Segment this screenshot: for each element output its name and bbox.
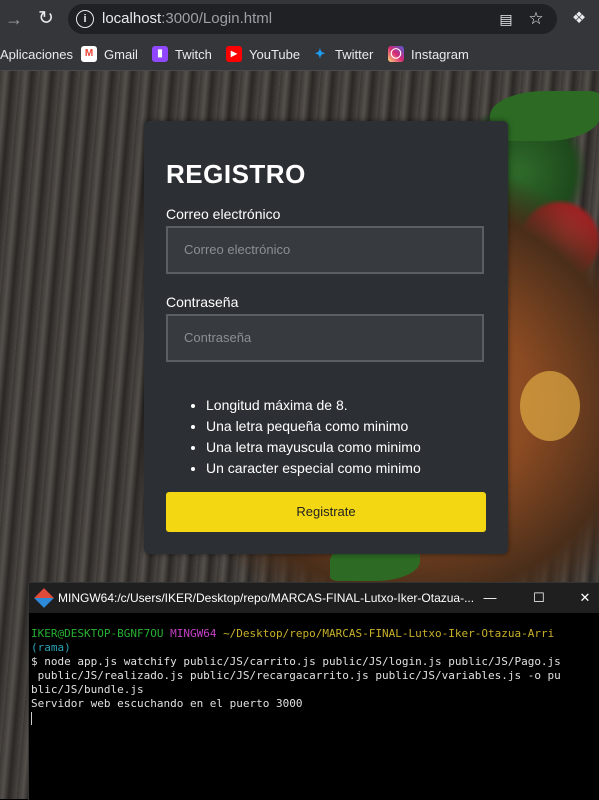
command-line: public/JS/realizado.js public/JS/recarga… xyxy=(31,669,561,682)
command-line: blic/JS/bundle.js xyxy=(31,683,144,696)
terminal-titlebar[interactable]: MINGW64:/c/Users/IKER/Desktop/repo/MARCA… xyxy=(29,583,599,613)
bookmark-label: Twitch xyxy=(175,46,212,62)
pizza-decoration xyxy=(520,371,580,441)
address-bar[interactable]: i localhost:3000/Login.html ▤ ☆ xyxy=(68,4,557,34)
password-label: Contraseña xyxy=(166,294,239,310)
browser-toolbar: → ↻ i localhost:3000/Login.html ▤ ☆ ❖ xyxy=(0,0,599,37)
bookmark-label: Twitter xyxy=(335,46,374,62)
bookmark-star-icon[interactable]: ☆ xyxy=(526,9,546,29)
url-path: :3000/Login.html xyxy=(161,10,273,27)
password-field[interactable]: Contraseña xyxy=(166,314,484,362)
url-host: localhost xyxy=(102,10,162,27)
password-rule: Un caracter especial como minimo xyxy=(206,458,421,479)
prompt-user: IKER@DESKTOP-BGNF7OU xyxy=(31,627,164,640)
password-rule: Una letra pequeña como minimo xyxy=(206,416,421,437)
twitch-icon: ▮ xyxy=(152,46,168,62)
terminal-cursor xyxy=(31,711,32,725)
bookmarks-bar: Aplicaciones M Gmail ▮ Twitch ▶ YouTube … xyxy=(0,37,599,71)
extensions-puzzle-icon[interactable]: ❖ xyxy=(568,8,590,30)
password-rules-list: Longitud máxima de 8. Una letra pequeña … xyxy=(190,395,421,479)
bookmark-label: Aplicaciones xyxy=(0,46,73,62)
close-icon[interactable]: ✕ xyxy=(570,587,599,609)
bookmark-gmail[interactable]: M Gmail xyxy=(81,43,138,65)
git-bash-icon xyxy=(34,588,54,608)
translate-icon[interactable]: ▤ xyxy=(496,9,516,29)
prompt-branch: (rama) xyxy=(31,641,71,654)
bookmark-label: YouTube xyxy=(249,46,301,62)
bookmark-twitter[interactable]: ✦ Twitter xyxy=(312,43,374,65)
password-rule: Una letra mayuscula como minimo xyxy=(206,437,421,458)
terminal-title: MINGW64:/c/Users/IKER/Desktop/repo/MARCA… xyxy=(58,591,475,605)
url-text: localhost:3000/Login.html xyxy=(102,10,272,27)
prompt-path: ~/Desktop/repo/MARCAS-FINAL-Lutxo-Iker-O… xyxy=(223,627,555,640)
email-field[interactable]: Correo electrónico xyxy=(166,226,484,274)
youtube-icon: ▶ xyxy=(226,46,242,62)
terminal-output: IKER@DESKTOP-BGNF7OU MINGW64 ~/Desktop/r… xyxy=(31,627,591,725)
bookmark-youtube[interactable]: ▶ YouTube xyxy=(226,43,300,65)
minimize-icon[interactable]: — xyxy=(475,587,505,609)
gmail-icon: M xyxy=(81,46,97,62)
register-card: REGISTRO Correo electrónico Correo elect… xyxy=(144,121,508,554)
bookmark-aplicaciones[interactable]: Aplicaciones xyxy=(0,43,73,65)
bookmark-instagram[interactable]: ◯ Instagram xyxy=(388,43,469,65)
reload-icon[interactable]: ↻ xyxy=(34,7,58,31)
maximize-icon[interactable]: ☐ xyxy=(524,587,554,609)
site-info-icon[interactable]: i xyxy=(76,10,94,28)
command-line: $ node app.js watchify public/JS/carrito… xyxy=(31,655,561,668)
bookmark-label: Gmail xyxy=(104,46,138,62)
register-title: REGISTRO xyxy=(166,159,306,189)
prompt-env: MINGW64 xyxy=(170,627,217,640)
instagram-icon: ◯ xyxy=(388,46,404,62)
password-rule: Longitud máxima de 8. xyxy=(206,395,421,416)
bookmark-label: Instagram xyxy=(411,46,469,62)
register-button[interactable]: Registrate xyxy=(166,492,486,532)
email-label: Correo electrónico xyxy=(166,206,281,222)
server-output: Servidor web escuchando en el puerto 300… xyxy=(31,697,303,710)
twitter-icon: ✦ xyxy=(314,46,326,61)
terminal-window[interactable]: MINGW64:/c/Users/IKER/Desktop/repo/MARCA… xyxy=(28,582,599,800)
bookmark-twitch[interactable]: ▮ Twitch xyxy=(152,43,212,65)
forward-arrow-icon[interactable]: → xyxy=(2,7,26,31)
